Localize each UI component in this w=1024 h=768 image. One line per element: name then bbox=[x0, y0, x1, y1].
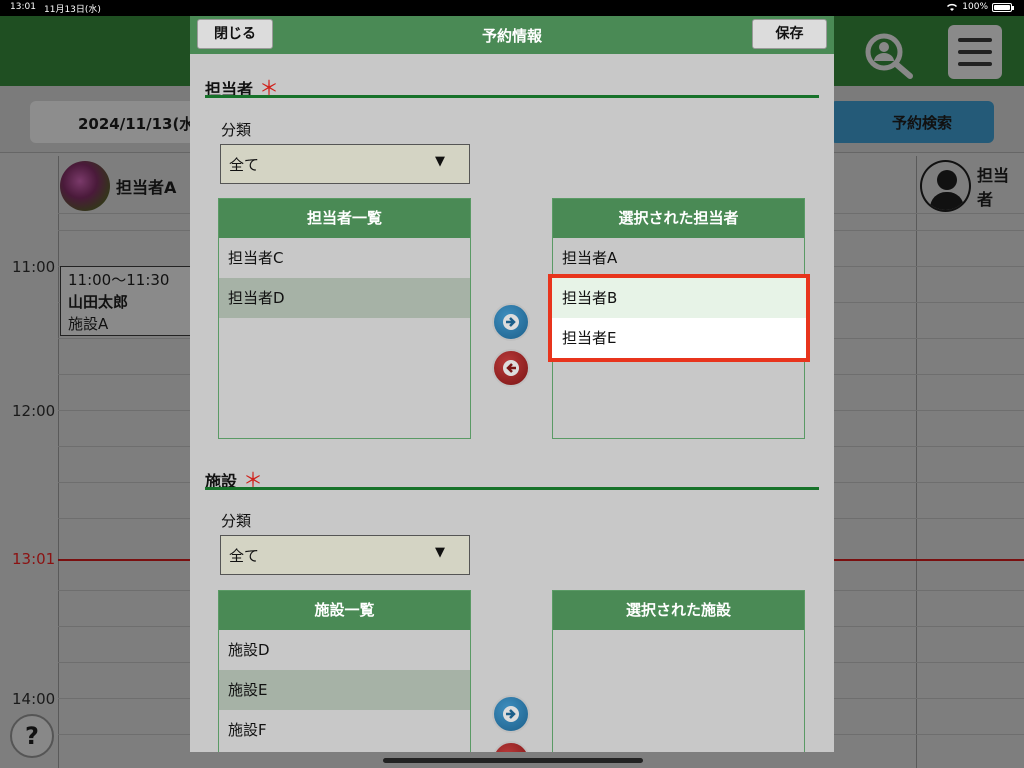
time-label: 12:00 bbox=[12, 402, 56, 420]
status-bar: 13:01 11月13日(水) 100% bbox=[0, 0, 1024, 16]
dropdown-arrow-icon: ▼ bbox=[435, 154, 445, 169]
list-item[interactable]: 担当者C bbox=[219, 238, 470, 278]
modal-title: 予約情報 bbox=[481, 27, 542, 45]
time-label: 14:00 bbox=[12, 690, 56, 708]
help-button[interactable]: ? bbox=[10, 714, 54, 758]
list-item[interactable]: 施設D bbox=[219, 630, 470, 670]
time-label: 11:00 bbox=[12, 258, 56, 276]
list-header: 選択された施設 bbox=[553, 591, 804, 630]
save-button[interactable]: 保存 bbox=[752, 19, 827, 49]
staff-column-header[interactable]: 担当者 bbox=[920, 158, 1024, 213]
arrow-left-icon bbox=[506, 363, 516, 373]
modal-header: 閉じる 予約情報 保存 bbox=[190, 16, 834, 54]
staff-name: 担当者A bbox=[116, 177, 177, 197]
facility-selected-list[interactable]: 選択された施設 bbox=[552, 590, 805, 752]
status-date: 11月13日(水) bbox=[44, 5, 101, 15]
battery-icon bbox=[992, 2, 1014, 12]
search-icon[interactable] bbox=[860, 30, 918, 80]
list-header: 担当者一覧 bbox=[219, 199, 470, 238]
reservation-event[interactable]: 11:00～11:30 山田太郎 施設A bbox=[60, 266, 200, 336]
avatar bbox=[60, 160, 110, 211]
reservation-modal: 閉じる 予約情報 保存 担当者＊ 分類 全て ▼ 担当者一覧 担当者C 担当者D… bbox=[190, 16, 834, 752]
list-item[interactable]: 担当者E bbox=[552, 318, 806, 358]
facility-category-select[interactable]: 全て ▼ bbox=[220, 535, 470, 575]
dropdown-arrow-icon: ▼ bbox=[435, 545, 445, 560]
remove-staff-button[interactable] bbox=[492, 349, 530, 387]
list-header: 選択された担当者 bbox=[553, 199, 804, 238]
status-time: 13:01 bbox=[10, 2, 36, 12]
add-staff-button[interactable] bbox=[492, 303, 530, 341]
list-item[interactable]: 施設E bbox=[219, 670, 470, 710]
staff-category-select[interactable]: 全て ▼ bbox=[220, 144, 470, 184]
facility-category-label: 分類 bbox=[221, 512, 252, 530]
event-time: 11:00～11:30 bbox=[68, 271, 170, 289]
section-divider bbox=[205, 487, 819, 490]
facility-available-list[interactable]: 施設一覧 施設D 施設E 施設F bbox=[218, 590, 471, 752]
list-item[interactable]: 担当者A bbox=[553, 238, 804, 278]
grid-divider bbox=[916, 156, 917, 768]
home-indicator bbox=[383, 758, 643, 763]
staff-name: 担当者 bbox=[977, 165, 1010, 209]
list-item[interactable]: 担当者D bbox=[219, 278, 470, 318]
battery-percent: 100% bbox=[962, 2, 988, 12]
wifi-icon bbox=[947, 3, 958, 11]
event-facility: 施設A bbox=[68, 315, 109, 333]
remove-facility-button[interactable] bbox=[492, 741, 530, 752]
status-right: 100% bbox=[946, 2, 1014, 12]
current-time-label: 13:01 bbox=[12, 550, 56, 568]
highlighted-selected-staff: 担当者B 担当者E bbox=[548, 274, 810, 362]
list-item[interactable]: 担当者B bbox=[552, 278, 806, 318]
grid-divider bbox=[58, 156, 59, 768]
event-customer: 山田太郎 bbox=[68, 293, 129, 311]
person-icon bbox=[920, 159, 971, 212]
arrow-right-icon bbox=[506, 317, 516, 327]
list-header: 施設一覧 bbox=[219, 591, 470, 630]
staff-column-header[interactable]: 担当者A bbox=[60, 158, 176, 213]
arrow-right-icon bbox=[506, 709, 516, 719]
add-facility-button[interactable] bbox=[492, 695, 530, 733]
menu-icon[interactable] bbox=[948, 25, 1002, 79]
staff-available-list[interactable]: 担当者一覧 担当者C 担当者D bbox=[218, 198, 471, 439]
section-divider bbox=[205, 95, 819, 98]
list-item[interactable]: 施設F bbox=[219, 710, 470, 750]
staff-category-label: 分類 bbox=[221, 121, 252, 139]
reservation-search-button[interactable]: 予約検索 bbox=[830, 101, 994, 143]
